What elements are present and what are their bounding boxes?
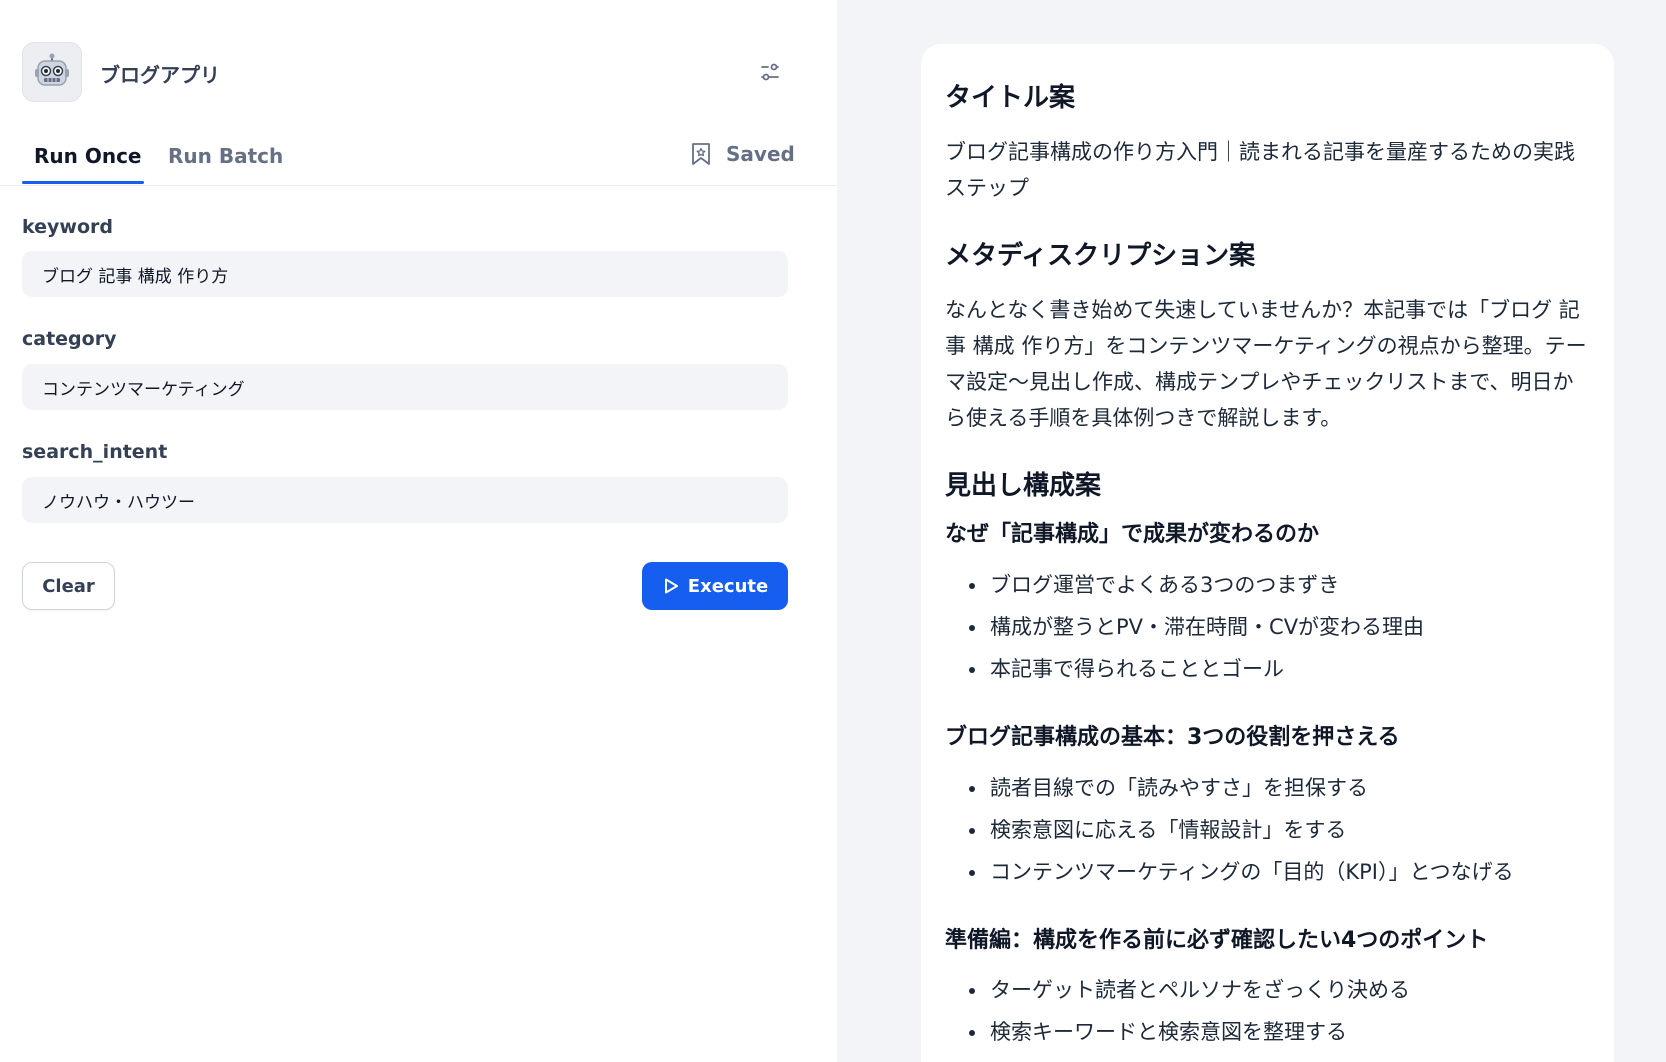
sliders-icon [761,63,779,81]
settings-button[interactable] [752,54,788,90]
outline-heading: 見出し構成案 [945,470,1102,501]
meta-text: なんとなく書き始めて失速していませんか？本記事では「ブログ 記事 構成 作り方」… [945,297,1587,430]
app-name: ブログアプリ [100,63,220,87]
list-item: 構成が整うとPV・滞在時間・CVが変わる理由 [945,606,1590,648]
list-item: コンテンツマーケティングの「目的（KPI）」とつなげる [945,851,1590,893]
section-heading: 準備編：構成を作る前に必ず確認したい4つのポイント [945,927,1489,953]
tab-bar: Run Once Run Batch Saved [0,128,837,186]
category-input[interactable] [22,364,788,410]
section-heading: なぜ「記事構成」で成果が変わるのか [945,522,1320,548]
search-intent-label: search_intent [22,441,168,463]
clear-button[interactable]: Clear [22,562,115,610]
saved-label: Saved [726,142,795,166]
list-item: 読者目線での「読みやすさ」を担保する [945,767,1590,809]
section-heading: ブログ記事構成の基本：3つの役割を押さえる [945,724,1400,750]
keyword-input[interactable] [22,251,788,297]
execute-label: Execute [687,575,769,597]
list-item: ターゲット読者とペルソナをざっくり決める [945,969,1590,1011]
list-item: ブログ運営でよくある3つのつまずき [945,564,1590,606]
list-item: 検索キーワードと検索意図を整理する [945,1011,1590,1053]
saved-button[interactable]: Saved [690,142,795,166]
search-intent-input[interactable] [22,477,788,523]
category-label: category [22,328,117,350]
section-list: ターゲット読者とペルソナをざっくり決める 検索キーワードと検索意図を整理する [945,969,1590,1053]
app-header: ブログアプリ [22,42,788,102]
section-list: 読者目線での「読みやすさ」を担保する 検索意図に応える「情報設計」をする コンテ… [945,767,1590,893]
title-text: ブログ記事構成の作り方入門｜読まれる記事を量産するための実践ステップ [945,139,1575,200]
tab-run-batch[interactable]: Run Batch [168,144,283,168]
section-list: ブログ運営でよくある3つのつまずき 構成が整うとPV・滞在時間・CVが変わる理由… [945,564,1590,690]
input-panel: ブログアプリ Run Once Run Batch Saved keyword … [0,0,837,1062]
list-item: 本記事で得られることとゴール [945,648,1590,690]
play-icon [664,578,678,594]
bookmark-star-icon [692,143,710,165]
meta-heading: メタディスクリプション案 [945,240,1256,271]
title-heading: タイトル案 [945,83,1076,113]
list-item: 検索意図に応える「情報設計」をする [945,809,1590,851]
robot-icon [22,42,82,102]
keyword-label: keyword [22,216,113,238]
tab-run-once[interactable]: Run Once [22,144,143,184]
result-card: タイトル案 ブログ記事構成の作り方入門｜読まれる記事を量産するための実践ステップ… [921,44,1614,1062]
execute-button[interactable]: Execute [642,562,788,610]
